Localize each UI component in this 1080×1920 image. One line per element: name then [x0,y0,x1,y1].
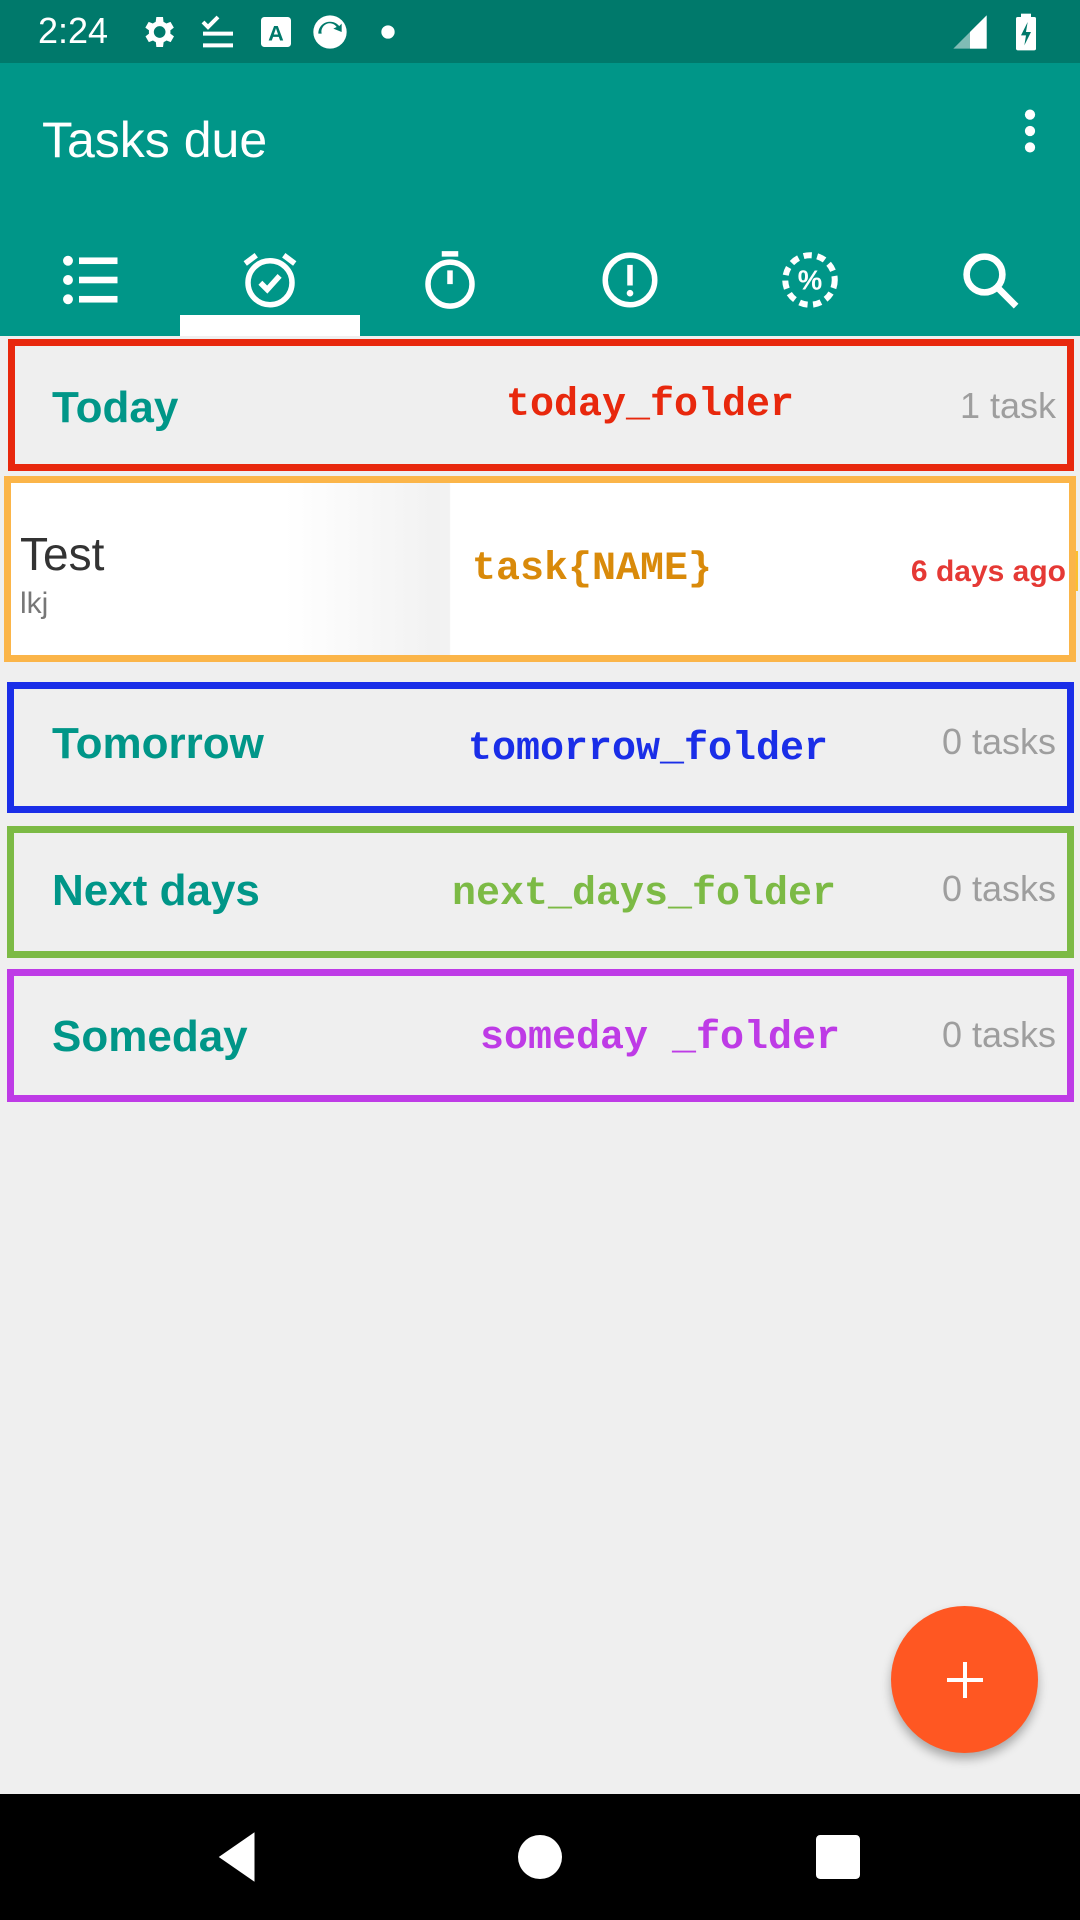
navigation-bar [0,1794,1080,1920]
sync-circle-icon [313,15,347,49]
stopwatch-icon [425,250,475,309]
status-bar: 2:24 A [0,0,1080,63]
tab-timer[interactable] [360,223,540,336]
accessibility-a-icon: A [261,17,291,47]
today-folder-overlay-label: today_folder [506,383,795,428]
app-bar: Tasks due % [0,63,1080,336]
battery-charging-icon [1016,13,1036,51]
app-title: Tasks due [42,112,268,168]
back-icon[interactable] [205,1824,271,1890]
search-icon [963,252,1019,308]
priority-exclamation-icon [602,252,658,307]
svg-text:%: % [798,264,822,295]
status-time: 2:24 [38,10,109,51]
plus-icon [946,1661,983,1698]
tomorrow-folder-overlay-label: tomorrow_folder [468,727,829,772]
download-check-icon [201,15,233,48]
add-task-button[interactable] [891,1606,1038,1753]
tab-progress[interactable]: % [720,223,900,336]
tab-list[interactable] [0,223,180,336]
home-icon[interactable] [507,1824,573,1890]
list-icon [63,255,118,304]
next-days-folder-overlay-label: next_days_folder [452,872,837,917]
tab-search[interactable] [900,223,1080,336]
alarm-check-icon [243,252,297,307]
gear-icon [145,17,174,47]
someday-folder-overlay-label: someday _folder [480,1016,841,1061]
svg-text:A: A [268,20,284,45]
more-vert-icon[interactable] [1002,103,1058,159]
signal-icon [953,15,987,49]
tab-indicator [180,315,360,336]
dot-icon [381,25,395,39]
percent-progress-icon: % [782,251,838,308]
tab-priority[interactable] [540,223,720,336]
task-overlay-label: task{NAME} [472,547,713,592]
recents-icon[interactable] [805,1824,871,1890]
